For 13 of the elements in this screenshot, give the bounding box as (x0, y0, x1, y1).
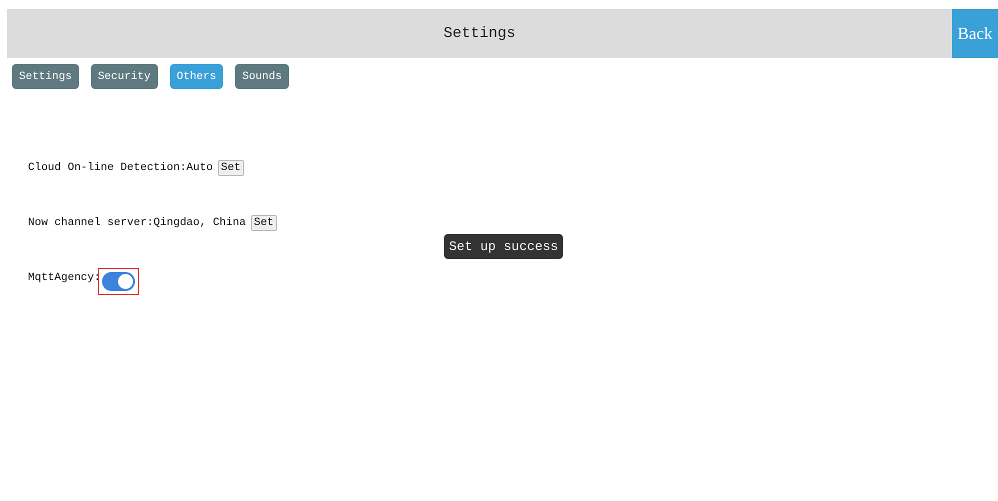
tab[interactable]: Settings (12, 64, 79, 89)
set-button[interactable]: Set (250, 214, 277, 230)
toggle-switch[interactable] (102, 272, 135, 291)
toast-message: Set up success (444, 234, 564, 259)
page-title: Settings (442, 24, 516, 44)
setting-label: MqttAgency: (28, 272, 101, 284)
setting-label: Now channel server:Qingdao, China (28, 216, 246, 228)
set-button[interactable]: Set (218, 160, 244, 176)
tab[interactable]: Security (90, 64, 158, 89)
tab[interactable]: Sounds (235, 64, 289, 89)
back-button[interactable]: Back (952, 9, 998, 58)
tab[interactable]: Others (170, 64, 224, 89)
setting-label: Cloud On-line Detection:Auto (28, 162, 213, 174)
